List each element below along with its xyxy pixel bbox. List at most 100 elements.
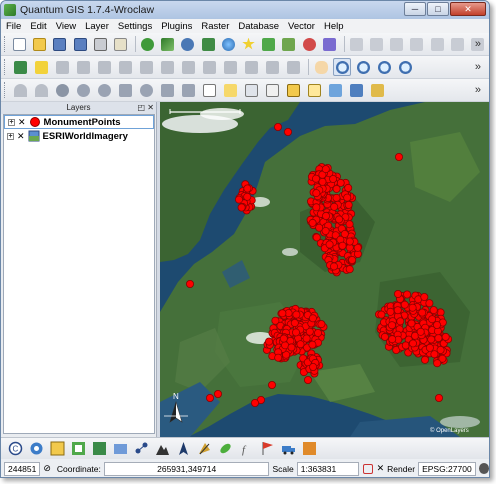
monument-point[interactable] bbox=[403, 290, 412, 299]
monument-point[interactable] bbox=[312, 189, 321, 198]
monument-point[interactable] bbox=[408, 339, 417, 348]
toolbar-grip[interactable] bbox=[4, 59, 7, 75]
toolbar-grip[interactable] bbox=[4, 82, 7, 98]
monument-point[interactable] bbox=[251, 398, 260, 407]
measure-button[interactable] bbox=[284, 81, 302, 99]
menu-raster[interactable]: Raster bbox=[201, 21, 229, 32]
monument-point[interactable] bbox=[243, 192, 252, 201]
menu-database[interactable]: Database bbox=[238, 21, 279, 32]
zoom-full-button[interactable] bbox=[396, 58, 414, 76]
monument-point[interactable] bbox=[345, 220, 354, 229]
georeferencer-button[interactable] bbox=[49, 440, 66, 457]
monument-point[interactable] bbox=[291, 328, 300, 337]
layer-visibility-checkbox[interactable]: ✕ bbox=[17, 131, 25, 142]
monument-point[interactable] bbox=[420, 355, 429, 364]
redo-button[interactable] bbox=[32, 81, 50, 99]
arc-button[interactable] bbox=[158, 81, 176, 99]
stop-render-icon[interactable] bbox=[363, 463, 373, 474]
monument-point[interactable] bbox=[430, 350, 439, 359]
oracle-button[interactable] bbox=[133, 440, 150, 457]
print-composer-button[interactable] bbox=[92, 35, 109, 53]
monument-point[interactable] bbox=[321, 165, 330, 174]
render-checkbox[interactable]: ✕ bbox=[377, 463, 385, 474]
delete-ring-button[interactable] bbox=[158, 58, 176, 76]
monument-point[interactable] bbox=[345, 265, 354, 274]
reshape-button[interactable] bbox=[200, 58, 218, 76]
monument-point[interactable] bbox=[336, 178, 345, 187]
expand-toggle[interactable]: + bbox=[7, 132, 14, 140]
menu-file[interactable]: File bbox=[6, 21, 21, 32]
new-bookmark-button[interactable] bbox=[326, 81, 344, 99]
projection-globe-icon[interactable] bbox=[478, 463, 489, 474]
monument-point[interactable] bbox=[308, 314, 317, 323]
monument-point[interactable] bbox=[416, 327, 425, 336]
create-layer-button[interactable] bbox=[11, 58, 29, 76]
menu-vector[interactable]: Vector bbox=[288, 21, 315, 32]
monument-point[interactable] bbox=[434, 334, 443, 343]
layer-row-monumentpoints[interactable]: + ✕ MonumentPoints bbox=[4, 115, 154, 129]
new-project-button[interactable] bbox=[11, 35, 28, 53]
monument-point[interactable] bbox=[388, 335, 397, 344]
fill-ring-button[interactable] bbox=[95, 81, 113, 99]
monument-point[interactable] bbox=[318, 177, 327, 186]
monument-point[interactable] bbox=[380, 332, 389, 341]
monument-point[interactable] bbox=[345, 237, 354, 246]
monument-point[interactable] bbox=[302, 334, 311, 343]
monument-point[interactable] bbox=[393, 306, 402, 315]
text-annotation-button[interactable] bbox=[368, 81, 386, 99]
capture-line-button[interactable] bbox=[53, 58, 71, 76]
composer-manager-button[interactable] bbox=[112, 35, 129, 53]
monument-point[interactable] bbox=[309, 362, 318, 371]
node-tool-button[interactable] bbox=[429, 35, 446, 53]
monument-point[interactable] bbox=[387, 321, 396, 330]
toolbar-overflow-1[interactable]: » bbox=[475, 38, 481, 50]
plugin-manager-button[interactable] bbox=[28, 440, 45, 457]
coordinate-field[interactable]: 265931,349714 bbox=[103, 461, 270, 476]
monument-point[interactable] bbox=[265, 337, 274, 346]
monument-point[interactable] bbox=[278, 309, 287, 318]
new-shapefile-button[interactable] bbox=[280, 35, 297, 53]
menu-view[interactable]: View bbox=[56, 21, 76, 32]
monument-point[interactable] bbox=[313, 328, 322, 337]
monument-point[interactable] bbox=[433, 359, 442, 368]
expand-toggle[interactable]: + bbox=[8, 118, 15, 126]
monument-point[interactable] bbox=[308, 218, 317, 227]
pan-button[interactable] bbox=[312, 58, 330, 76]
road-graph-button[interactable] bbox=[280, 440, 297, 457]
menu-plugins[interactable]: Plugins bbox=[161, 21, 192, 32]
epsg-button[interactable]: EPSG:27700 bbox=[418, 461, 476, 476]
monument-point[interactable] bbox=[279, 334, 288, 343]
monument-point[interactable] bbox=[425, 299, 434, 308]
monument-point[interactable] bbox=[290, 318, 299, 327]
gps-tools-button[interactable] bbox=[70, 440, 87, 457]
split-features-button[interactable] bbox=[242, 58, 260, 76]
monument-point[interactable] bbox=[311, 174, 320, 183]
add-wfs-button[interactable] bbox=[240, 35, 257, 53]
add-spatialite-button[interactable] bbox=[200, 35, 217, 53]
layer-visibility-checkbox[interactable]: ✕ bbox=[18, 117, 26, 128]
monument-point[interactable] bbox=[284, 127, 293, 136]
monument-point[interactable] bbox=[287, 343, 296, 352]
add-postgis-button[interactable] bbox=[179, 35, 196, 53]
layers-panel-header[interactable]: Layers ◰ ✕ bbox=[1, 102, 156, 114]
monument-point[interactable] bbox=[427, 335, 436, 344]
add-raster-button[interactable] bbox=[159, 35, 176, 53]
toolbar-overflow-3[interactable]: » bbox=[475, 84, 481, 96]
monument-point[interactable] bbox=[303, 375, 312, 384]
zoom-out-button[interactable] bbox=[354, 58, 372, 76]
monument-point[interactable] bbox=[393, 289, 402, 298]
ellipse-button[interactable] bbox=[137, 81, 155, 99]
title-bar[interactable]: Quantum GIS 1.7.4-Wroclaw ─ □ ✕ bbox=[1, 1, 489, 19]
monument-point[interactable] bbox=[408, 303, 417, 312]
minimize-button[interactable]: ─ bbox=[404, 2, 426, 16]
menu-layer[interactable]: Layer bbox=[85, 21, 109, 32]
monument-point[interactable] bbox=[348, 255, 357, 264]
close-button[interactable]: ✕ bbox=[450, 2, 486, 16]
menu-help[interactable]: Help bbox=[324, 21, 344, 32]
maximize-button[interactable]: □ bbox=[427, 2, 449, 16]
avoid-intersections-button[interactable] bbox=[74, 81, 92, 99]
save-project-button[interactable] bbox=[51, 35, 68, 53]
deselect-button[interactable] bbox=[242, 81, 260, 99]
red-flag-button[interactable] bbox=[259, 440, 276, 457]
grass-button[interactable] bbox=[91, 440, 108, 457]
